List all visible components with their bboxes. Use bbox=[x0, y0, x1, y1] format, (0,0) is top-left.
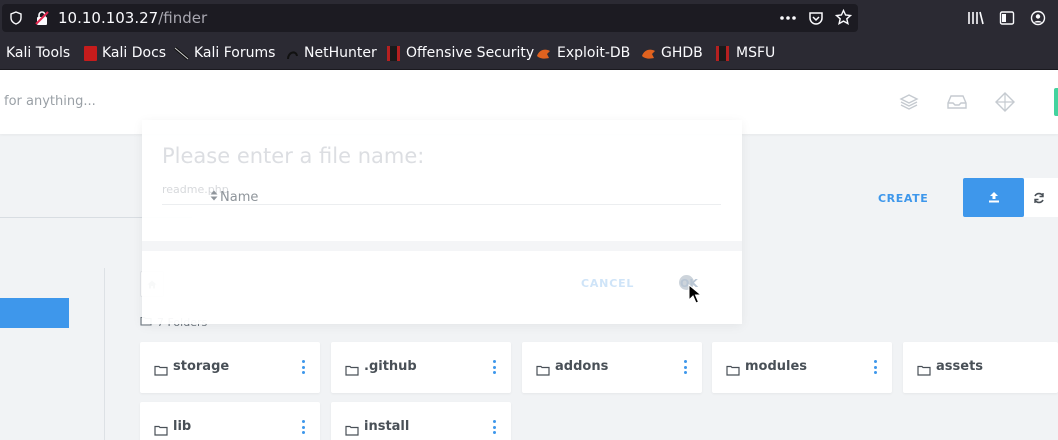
bookmarks-toolbar: Kali Tools Kali Docs Kali Forums NetHunt… bbox=[0, 36, 1058, 70]
kebab-menu-icon[interactable] bbox=[492, 420, 496, 434]
folder-icon bbox=[154, 421, 168, 440]
msfu-icon bbox=[716, 46, 729, 61]
bookmark-kali-tools[interactable]: Kali Tools bbox=[6, 45, 70, 61]
kali-forums-icon bbox=[174, 46, 189, 61]
diamond-icon[interactable] bbox=[995, 92, 1015, 112]
sort-label: Name bbox=[220, 190, 259, 205]
more-actions-icon[interactable] bbox=[779, 12, 797, 24]
folder-card[interactable]: storage bbox=[140, 342, 320, 393]
bookmark-nethunter[interactable]: NetHunter bbox=[304, 45, 377, 61]
bookmark-offensive-security[interactable]: Offensive Security bbox=[406, 45, 534, 61]
offensive-security-icon bbox=[387, 46, 400, 61]
refresh-button[interactable] bbox=[1024, 178, 1058, 217]
account-icon[interactable] bbox=[1030, 10, 1046, 26]
pocket-icon[interactable] bbox=[808, 10, 824, 26]
folder-name[interactable]: install bbox=[364, 419, 409, 434]
folder-card[interactable]: install bbox=[331, 402, 511, 440]
sidebar-item-active[interactable] bbox=[0, 298, 69, 328]
mouse-cursor-icon bbox=[688, 283, 703, 308]
url-text[interactable]: 10.10.103.27/finder bbox=[58, 9, 207, 27]
ghdb-icon bbox=[641, 47, 656, 60]
upload-button[interactable] bbox=[963, 178, 1024, 217]
folder-icon bbox=[345, 421, 359, 440]
url-bar[interactable]: 10.10.103.27/finder bbox=[2, 4, 858, 32]
nethunter-icon bbox=[286, 48, 299, 60]
library-icon[interactable] bbox=[967, 10, 985, 26]
content-divider bbox=[104, 268, 105, 440]
sidebar-icon[interactable] bbox=[999, 10, 1015, 26]
new-file-dialog: Please enter a file name: readme.php Nam… bbox=[142, 120, 742, 324]
folder-name[interactable]: addons bbox=[555, 359, 608, 374]
folder-icon bbox=[345, 361, 359, 380]
folder-name[interactable]: storage bbox=[173, 359, 229, 374]
kebab-menu-icon[interactable] bbox=[301, 360, 305, 374]
kebab-menu-icon[interactable] bbox=[492, 360, 496, 374]
kebab-menu-icon[interactable] bbox=[301, 420, 305, 434]
folder-name[interactable]: lib bbox=[173, 419, 191, 434]
create-button[interactable]: CREATE bbox=[878, 192, 928, 205]
cancel-button[interactable]: CANCEL bbox=[581, 277, 634, 290]
folder-card[interactable]: .github bbox=[331, 342, 511, 393]
dialog-separator bbox=[142, 241, 742, 251]
folder-icon bbox=[917, 361, 931, 380]
bookmark-kali-forums[interactable]: Kali Forums bbox=[194, 45, 275, 61]
folder-name[interactable]: modules bbox=[745, 359, 807, 374]
folder-name[interactable]: assets bbox=[936, 359, 983, 374]
sort-icon bbox=[210, 190, 218, 205]
shield-icon[interactable] bbox=[10, 11, 22, 25]
search-input[interactable]: for anything... bbox=[4, 94, 96, 109]
folder-icon bbox=[536, 361, 550, 380]
exploit-db-icon bbox=[536, 47, 551, 60]
bookmark-msfu[interactable]: MSFU bbox=[736, 45, 775, 61]
kebab-menu-icon[interactable] bbox=[873, 360, 877, 374]
folder-name[interactable]: .github bbox=[364, 359, 417, 374]
kali-docs-icon bbox=[84, 46, 97, 61]
folder-card[interactable]: modules bbox=[712, 342, 892, 393]
browser-toolbar: 10.10.103.27/finder bbox=[0, 0, 1058, 36]
bookmark-star-icon[interactable] bbox=[835, 9, 852, 26]
upload-icon bbox=[988, 192, 1000, 203]
folder-card[interactable]: lib bbox=[140, 402, 320, 440]
file-manager-app: for anything... CREATE 7 Folders bbox=[0, 70, 1058, 440]
bookmark-kali-docs[interactable]: Kali Docs bbox=[102, 45, 166, 61]
folder-card[interactable]: assets bbox=[903, 342, 1058, 393]
insecure-lock-icon[interactable] bbox=[34, 10, 50, 26]
bookmark-exploit-db[interactable]: Exploit-DB bbox=[557, 45, 630, 61]
folder-icon bbox=[154, 361, 168, 380]
folder-icon bbox=[726, 361, 740, 380]
inbox-icon[interactable] bbox=[947, 94, 967, 110]
bookmark-ghdb[interactable]: GHDB bbox=[661, 45, 703, 61]
kebab-menu-icon[interactable] bbox=[683, 360, 687, 374]
folder-card[interactable]: addons bbox=[522, 342, 702, 393]
layers-icon[interactable] bbox=[899, 93, 919, 111]
status-indicator[interactable] bbox=[1054, 88, 1058, 116]
dialog-title: Please enter a file name: bbox=[162, 144, 425, 168]
sort-by-name-button[interactable]: Name bbox=[210, 190, 258, 205]
refresh-icon bbox=[1033, 192, 1045, 204]
